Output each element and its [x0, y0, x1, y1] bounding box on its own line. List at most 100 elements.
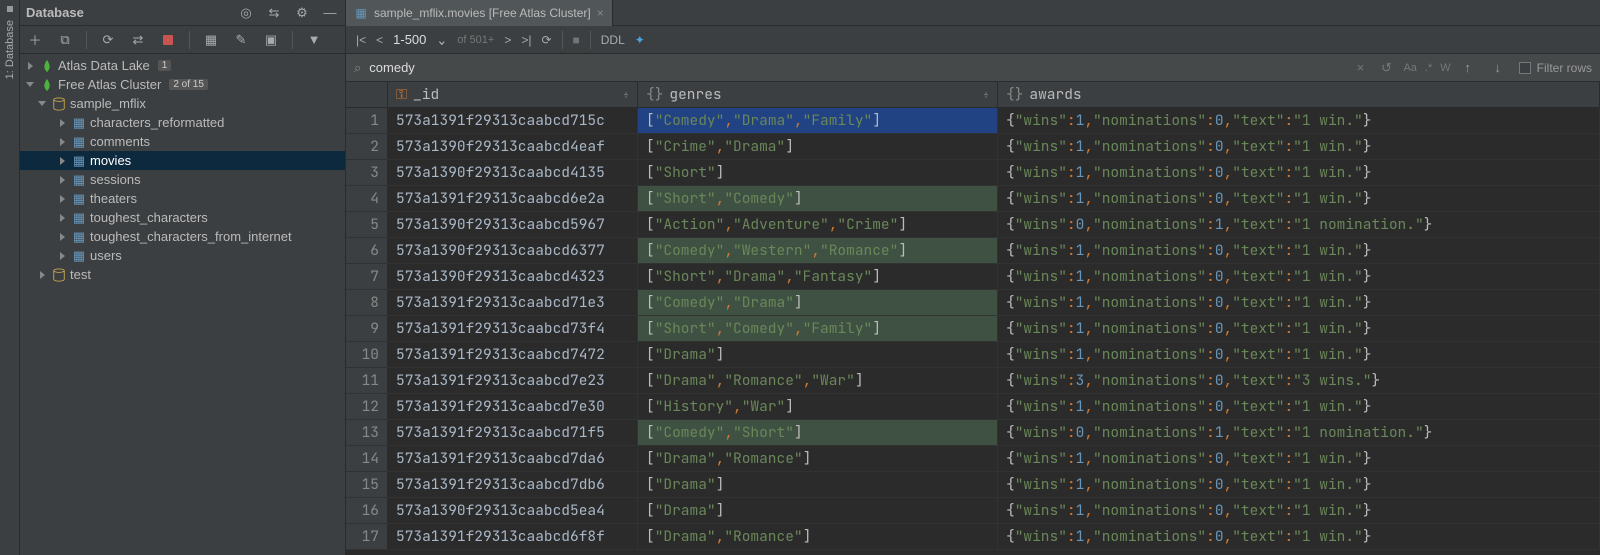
search-opt-case[interactable]: Aa: [1403, 62, 1416, 74]
column-awards[interactable]: {} awards: [998, 82, 1600, 107]
datasource-free-atlas-cluster[interactable]: Free Atlas Cluster 2 of 15: [20, 75, 345, 94]
cell-genres[interactable]: ["Drama", "Romance", "War"]: [638, 368, 998, 393]
cell-awards[interactable]: {"wins": 1, "nominations": 0, "text": "1…: [998, 160, 1600, 185]
reload-button[interactable]: ⟳: [541, 33, 551, 47]
last-page-button[interactable]: >|: [521, 33, 531, 47]
collection-comments[interactable]: ▦comments: [20, 132, 345, 151]
close-icon[interactable]: ×: [597, 6, 604, 20]
cell-id[interactable]: 573a1390f29313caabcd6377: [388, 238, 638, 263]
cell-genres[interactable]: ["Comedy", "Short"]: [638, 420, 998, 445]
table-row[interactable]: 1573a1391f29313caabcd715c["Comedy", "Dra…: [346, 108, 1600, 134]
history-icon[interactable]: ↺: [1377, 59, 1395, 77]
cell-awards[interactable]: {"wins": 1, "nominations": 0, "text": "1…: [998, 498, 1600, 523]
cell-genres[interactable]: ["Drama", "Romance"]: [638, 446, 998, 471]
next-match-icon[interactable]: ↓: [1489, 59, 1507, 77]
cell-id[interactable]: 573a1391f29313caabcd7e23: [388, 368, 638, 393]
search-opt-regex[interactable]: .*: [1425, 62, 1432, 74]
edit-icon[interactable]: ✎: [232, 31, 250, 49]
cell-genres[interactable]: ["Comedy", "Drama"]: [638, 290, 998, 315]
table-row[interactable]: 9573a1391f29313caabcd73f4["Short", "Come…: [346, 316, 1600, 342]
table-row[interactable]: 2573a1390f29313caabcd4eaf["Crime", "Dram…: [346, 134, 1600, 160]
cell-id[interactable]: 573a1391f29313caabcd7472: [388, 342, 638, 367]
cell-genres[interactable]: ["Drama"]: [638, 498, 998, 523]
cell-awards[interactable]: {"wins": 0, "nominations": 1, "text": "1…: [998, 420, 1600, 445]
cell-id[interactable]: 573a1391f29313caabcd71f5: [388, 420, 638, 445]
cell-genres[interactable]: ["Short", "Drama", "Fantasy"]: [638, 264, 998, 289]
table-row[interactable]: 4573a1391f29313caabcd6e2a["Short", "Come…: [346, 186, 1600, 212]
prev-match-icon[interactable]: ↑: [1459, 59, 1477, 77]
collection-toughest_characters[interactable]: ▦toughest_characters: [20, 208, 345, 227]
table-row[interactable]: 5573a1390f29313caabcd5967["Action", "Adv…: [346, 212, 1600, 238]
refresh-icon[interactable]: ⟳: [99, 31, 117, 49]
cell-id[interactable]: 573a1391f29313caabcd7e30: [388, 394, 638, 419]
sync-icon[interactable]: ⇄: [129, 31, 147, 49]
collection-characters_reformatted[interactable]: ▦characters_reformatted: [20, 113, 345, 132]
cell-id[interactable]: 573a1390f29313caabcd4eaf: [388, 134, 638, 159]
collapse-icon[interactable]: ⇆: [265, 4, 283, 22]
cell-id[interactable]: 573a1391f29313caabcd71e3: [388, 290, 638, 315]
filter-rows-checkbox[interactable]: Filter rows: [1519, 61, 1592, 75]
tab-movies[interactable]: ▦ sample_mflix.movies [Free Atlas Cluste…: [346, 0, 613, 26]
first-page-button[interactable]: |<: [356, 33, 366, 47]
cell-awards[interactable]: {"wins": 1, "nominations": 0, "text": "1…: [998, 264, 1600, 289]
cell-genres[interactable]: ["Short"]: [638, 160, 998, 185]
cell-genres[interactable]: ["History", "War"]: [638, 394, 998, 419]
cell-id[interactable]: 573a1391f29313caabcd6f8f: [388, 524, 638, 549]
gear-icon[interactable]: ⚙: [293, 4, 311, 22]
minimize-icon[interactable]: —: [321, 4, 339, 22]
cell-awards[interactable]: {"wins": 1, "nominations": 0, "text": "1…: [998, 290, 1600, 315]
table-row[interactable]: 7573a1390f29313caabcd4323["Short", "Dram…: [346, 264, 1600, 290]
column-id[interactable]: ⚿ _id ÷: [388, 82, 638, 107]
column-genres[interactable]: {} genres ÷: [638, 82, 998, 107]
target-icon[interactable]: ◎: [237, 4, 255, 22]
data-grid[interactable]: ⚿ _id ÷ {} genres ÷ {} awards 1573a1391f…: [346, 82, 1600, 555]
schema-test[interactable]: test: [20, 265, 345, 284]
table-row[interactable]: 14573a1391f29313caabcd7da6["Drama", "Rom…: [346, 446, 1600, 472]
datasource-atlas-data-lake[interactable]: Atlas Data Lake 1: [20, 56, 345, 75]
cell-id[interactable]: 573a1390f29313caabcd4135: [388, 160, 638, 185]
cell-id[interactable]: 573a1390f29313caabcd4323: [388, 264, 638, 289]
filter-icon[interactable]: ▼: [305, 31, 323, 49]
cell-awards[interactable]: {"wins": 1, "nominations": 0, "text": "1…: [998, 238, 1600, 263]
cell-awards[interactable]: {"wins": 1, "nominations": 0, "text": "1…: [998, 186, 1600, 211]
sort-icon[interactable]: ÷: [983, 88, 989, 101]
cell-awards[interactable]: {"wins": 1, "nominations": 0, "text": "1…: [998, 394, 1600, 419]
cell-genres[interactable]: ["Comedy", "Western", "Romance"]: [638, 238, 998, 263]
prev-page-button[interactable]: <: [376, 33, 383, 47]
cell-id[interactable]: 573a1391f29313caabcd715c: [388, 108, 638, 133]
schema-sample-mflix[interactable]: sample_mflix: [20, 94, 345, 113]
cell-awards[interactable]: {"wins": 1, "nominations": 0, "text": "1…: [998, 316, 1600, 341]
cell-id[interactable]: 573a1390f29313caabcd5ea4: [388, 498, 638, 523]
cell-id[interactable]: 573a1391f29313caabcd6e2a: [388, 186, 638, 211]
cell-id[interactable]: 573a1391f29313caabcd7db6: [388, 472, 638, 497]
modify-icon[interactable]: ✦: [635, 33, 645, 47]
cell-genres[interactable]: ["Crime", "Drama"]: [638, 134, 998, 159]
next-page-button[interactable]: >: [504, 33, 511, 47]
stop-button[interactable]: ■: [573, 33, 580, 47]
cell-genres[interactable]: ["Drama"]: [638, 472, 998, 497]
add-datasource-button[interactable]: ＋: [26, 31, 44, 49]
table-row[interactable]: 6573a1390f29313caabcd6377["Comedy", "Wes…: [346, 238, 1600, 264]
table-row[interactable]: 15573a1391f29313caabcd7db6["Drama"]{"win…: [346, 472, 1600, 498]
table-row[interactable]: 16573a1390f29313caabcd5ea4["Drama"]{"win…: [346, 498, 1600, 524]
cell-genres[interactable]: ["Short", "Comedy"]: [638, 186, 998, 211]
collection-sessions[interactable]: ▦sessions: [20, 170, 345, 189]
cell-awards[interactable]: {"wins": 3, "nominations": 0, "text": "3…: [998, 368, 1600, 393]
cell-awards[interactable]: {"wins": 1, "nominations": 0, "text": "1…: [998, 108, 1600, 133]
page-dropdown-icon[interactable]: ⌄: [436, 30, 447, 49]
cell-id[interactable]: 573a1391f29313caabcd73f4: [388, 316, 638, 341]
table-icon[interactable]: ▦: [202, 31, 220, 49]
table-row[interactable]: 3573a1390f29313caabcd4135["Short"]{"wins…: [346, 160, 1600, 186]
console-icon[interactable]: ▣: [262, 31, 280, 49]
cell-genres[interactable]: ["Short", "Comedy", "Family"]: [638, 316, 998, 341]
cell-awards[interactable]: {"wins": 1, "nominations": 0, "text": "1…: [998, 342, 1600, 367]
cell-awards[interactable]: {"wins": 1, "nominations": 0, "text": "1…: [998, 472, 1600, 497]
duplicate-icon[interactable]: ⧉: [56, 31, 74, 49]
search-opt-words[interactable]: W: [1440, 62, 1450, 74]
collection-users[interactable]: ▦users: [20, 246, 345, 265]
cell-id[interactable]: 573a1390f29313caabcd5967: [388, 212, 638, 237]
collection-theaters[interactable]: ▦theaters: [20, 189, 345, 208]
table-row[interactable]: 13573a1391f29313caabcd71f5["Comedy", "Sh…: [346, 420, 1600, 446]
cell-genres[interactable]: ["Action", "Adventure", "Crime"]: [638, 212, 998, 237]
table-row[interactable]: 17573a1391f29313caabcd6f8f["Drama", "Rom…: [346, 524, 1600, 550]
